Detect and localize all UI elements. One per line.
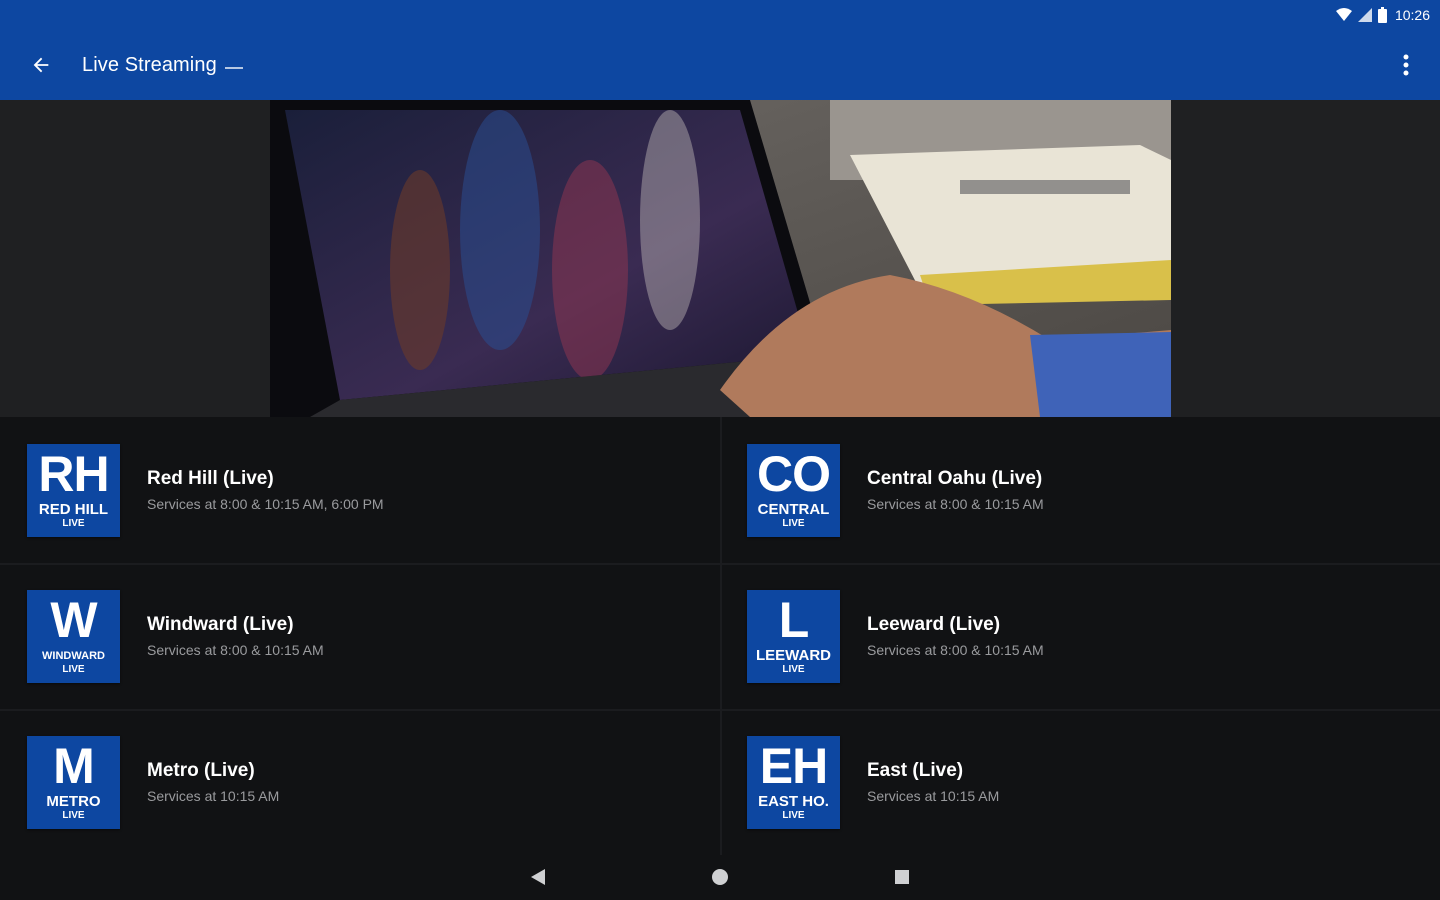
location-item-east[interactable]: EH EAST HO. LIVE East (Live) Services at… — [720, 709, 1440, 855]
page-title: Live Streaming — [82, 53, 217, 76]
nav-home-button[interactable] — [708, 865, 732, 889]
item-text: Metro (Live) Services at 10:15 AM — [147, 760, 279, 804]
item-title: Metro (Live) — [147, 760, 255, 781]
logo-name: CENTRAL — [757, 501, 830, 518]
item-title: East (Live) — [867, 760, 964, 781]
logo-name: METRO — [46, 793, 101, 810]
item-text: Red Hill (Live) Services at 8:00 & 10:15… — [147, 468, 384, 512]
logo-abbr: L — [778, 592, 810, 648]
item-subtitle: Services at 8:00 & 10:15 AM, 6:00 PM — [147, 496, 384, 512]
location-item-leeward[interactable]: L LEEWARD LIVE Leeward (Live) Services a… — [720, 563, 1440, 709]
logo-live: LIVE — [782, 810, 805, 821]
status-time: 10:26 — [1394, 7, 1430, 23]
logo-abbr: CO — [757, 446, 831, 502]
item-subtitle: Services at 8:00 & 10:15 AM — [147, 642, 324, 658]
item-title: Leeward (Live) — [867, 614, 1001, 635]
arrow-back-icon — [33, 57, 49, 73]
logo-name: WINDWARD — [42, 650, 105, 662]
hero-banner — [0, 100, 1440, 417]
item-title: Red Hill (Live) — [147, 468, 274, 489]
nav-back-button[interactable] — [526, 865, 550, 889]
item-text: Central Oahu (Live) Services at 8:00 & 1… — [867, 468, 1044, 512]
more-vert-icon — [1403, 54, 1409, 76]
battery-icon — [1377, 7, 1387, 23]
item-title: Windward (Live) — [147, 614, 294, 635]
signal-icon — [1357, 8, 1372, 22]
item-subtitle: Services at 8:00 & 10:15 AM — [867, 642, 1044, 658]
logo-live: LIVE — [782, 518, 805, 529]
location-item-red-hill[interactable]: RH RED HILL LIVE Red Hill (Live) Service… — [0, 417, 720, 563]
location-item-metro[interactable]: M METRO LIVE Metro (Live) Services at 10… — [0, 709, 720, 855]
more-options-button[interactable] — [1386, 30, 1426, 100]
page-title-wrap: Live Streaming — [82, 54, 243, 77]
item-title: Central Oahu (Live) — [867, 468, 1043, 489]
logo-name: EAST HO. — [758, 793, 829, 810]
nav-recents-button[interactable] — [890, 865, 914, 889]
logo-abbr: EH — [759, 738, 828, 794]
status-icons — [1335, 7, 1387, 23]
logo-name: LEEWARD — [756, 647, 831, 664]
app-bar: Live Streaming — [0, 30, 1440, 100]
leeward-logo: L LEEWARD LIVE — [747, 589, 840, 683]
item-text: East (Live) Services at 10:15 AM — [867, 760, 999, 804]
item-text: Leeward (Live) Services at 8:00 & 10:15 … — [867, 614, 1044, 658]
location-item-central-oahu[interactable]: CO CENTRAL LIVE Central Oahu (Live) Serv… — [720, 417, 1440, 563]
red-hill-logo: RH RED HILL LIVE — [27, 443, 120, 537]
item-subtitle: Services at 10:15 AM — [867, 788, 1000, 804]
logo-abbr: M — [53, 738, 95, 794]
back-button[interactable] — [0, 30, 82, 100]
wifi-icon — [1335, 8, 1352, 21]
location-item-windward[interactable]: W WINDWARD LIVE Windward (Live) Services… — [0, 563, 720, 709]
logo-abbr: RH — [38, 446, 109, 502]
location-grid: RH RED HILL LIVE Red Hill (Live) Service… — [0, 417, 1440, 855]
item-text: Windward (Live) Services at 8:00 & 10:15… — [147, 614, 324, 658]
hero-image — [270, 100, 1171, 417]
system-nav-bar — [0, 855, 1440, 900]
item-subtitle: Services at 10:15 AM — [147, 788, 280, 804]
nav-back-icon — [531, 869, 545, 885]
logo-live: LIVE — [62, 664, 85, 675]
logo-live: LIVE — [62, 810, 85, 821]
central-logo: CO CENTRAL LIVE — [747, 443, 840, 537]
metro-logo: M METRO LIVE — [27, 735, 120, 829]
east-logo: EH EAST HO. LIVE — [747, 735, 840, 829]
logo-name: RED HILL — [38, 501, 109, 518]
logo-live: LIVE — [782, 664, 805, 675]
logo-live: LIVE — [62, 518, 85, 529]
item-subtitle: Services at 8:00 & 10:15 AM — [867, 496, 1044, 512]
nav-recents-icon — [895, 870, 909, 884]
windward-logo: W WINDWARD LIVE — [27, 589, 120, 683]
logo-abbr: W — [50, 592, 97, 648]
title-dash — [224, 67, 243, 69]
status-bar: 10:26 — [0, 0, 1440, 30]
laptop-streaming-illustration — [270, 100, 1171, 417]
nav-home-icon — [712, 869, 728, 885]
